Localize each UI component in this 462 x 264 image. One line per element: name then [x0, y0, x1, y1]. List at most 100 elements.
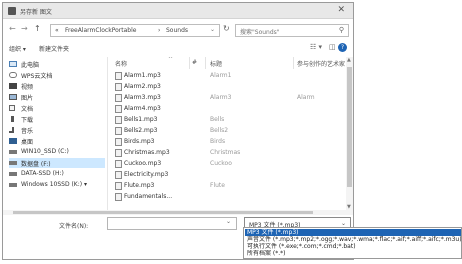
breadcrumb-overflow[interactable]: « — [55, 27, 59, 34]
file-name: Alarm4.mp3 — [124, 105, 161, 112]
chevron-down-icon: ⌄ — [340, 220, 346, 227]
audio-file-icon — [115, 127, 122, 135]
file-name: Cuckoo.mp3 — [124, 160, 162, 167]
drive-icon — [9, 150, 17, 154]
audio-file-icon — [115, 105, 122, 113]
table-row[interactable]: Electricity.mp3 — [109, 170, 349, 180]
sidebar-item-label: 此电脑 — [21, 62, 40, 69]
sidebar-item-this-pc[interactable]: 此电脑 — [9, 59, 105, 69]
sort-arrow-icon: ^ — [168, 57, 174, 63]
audio-file-icon — [115, 72, 122, 80]
sidebar-item-label: DATA-SSD (H:) — [21, 170, 64, 177]
sidebar-item-drive-c[interactable]: WIN10_SSD (C:) — [9, 147, 105, 157]
table-row[interactable]: Birds.mp3 Birds — [109, 137, 349, 147]
horizontal-scroll-thumb[interactable] — [13, 211, 313, 214]
back-button[interactable]: ← — [9, 24, 16, 33]
file-name: Fundamentals... — [124, 193, 173, 200]
table-row[interactable]: Bells1.mp3 Bells — [109, 115, 349, 125]
cloud-icon — [9, 72, 17, 78]
column-separator[interactable] — [293, 57, 294, 69]
sidebar-item-pictures[interactable]: 图片 — [9, 92, 105, 102]
navigation-bar: ← → ↑ « FreeAlarmClockPortable › Sounds … — [3, 21, 353, 39]
chevron-down-icon[interactable]: ⌄ — [210, 26, 215, 33]
horizontal-scrollbar[interactable] — [3, 210, 353, 215]
sidebar-item-label: 图片 — [21, 95, 34, 102]
breadcrumb-current[interactable]: Sounds — [166, 27, 188, 34]
file-name: Bells1.mp3 — [124, 116, 158, 123]
file-type-option[interactable]: MP3 文件 (*.mp3) — [245, 229, 461, 236]
file-name: Flute.mp3 — [124, 182, 155, 189]
window-title: 另存新 图文 — [20, 9, 52, 16]
file-title: Bells — [210, 116, 225, 123]
file-type-option[interactable]: 所有档案 (*.*) — [245, 250, 461, 257]
sidebar-item-drive-k[interactable]: Windows 10SSD (K:) ▾ — [9, 180, 105, 190]
close-icon[interactable]: ✕ — [337, 5, 345, 15]
help-icon[interactable]: ? — [338, 43, 347, 52]
audio-file-icon — [115, 171, 122, 179]
table-row[interactable]: Flute.mp3 Flute — [109, 181, 349, 191]
pane-divider[interactable] — [107, 57, 108, 210]
column-separator[interactable] — [189, 57, 190, 69]
search-input[interactable]: 搜索"Sounds" ⚲ — [235, 24, 349, 37]
sidebar-item-wps-cloud[interactable]: WPS云文档 — [9, 70, 105, 80]
table-row[interactable]: Bells2.mp3 Bells2 — [109, 126, 349, 136]
table-row[interactable]: Christmas.mp3 Christmas — [109, 148, 349, 158]
table-row[interactable]: Alarm3.mp3 Alarm3 Alarm — [109, 93, 349, 103]
vertical-scrollbar[interactable]: ▲ ▼ — [346, 57, 353, 210]
title-bar: 另存新 图文 ✕ — [3, 3, 353, 19]
table-row[interactable]: Alarm2.mp3 — [109, 82, 349, 92]
table-row[interactable]: Fundamentals... — [109, 192, 349, 202]
sidebar-item-label: WIN10_SSD (C:) — [21, 148, 69, 155]
file-name: Bells2.mp3 — [124, 127, 158, 134]
table-row[interactable]: Cuckoo.mp3 Cuckoo — [109, 159, 349, 169]
audio-file-icon — [115, 160, 122, 168]
chevron-down-icon[interactable]: ⌄ — [226, 218, 231, 225]
column-header-title[interactable]: 标题 — [210, 59, 222, 68]
file-name: Alarm2.mp3 — [124, 83, 161, 90]
address-bar[interactable]: « FreeAlarmClockPortable › Sounds ⌄ — [50, 24, 220, 37]
sidebar-item-label: 桌面 — [21, 139, 34, 146]
download-icon — [11, 116, 14, 122]
new-folder-button[interactable]: 新建文件夹 — [39, 44, 69, 53]
file-title: Cuckoo — [210, 160, 232, 167]
search-placeholder: 搜索"Sounds" — [240, 29, 280, 36]
file-type-option[interactable]: 可执行文件 (*.exe;*.com;*.cmd;*.bat) — [245, 243, 461, 250]
sidebar-item-drive-f[interactable]: 数据盘 (F:) — [9, 158, 105, 168]
sidebar-item-videos[interactable]: 视频 — [9, 81, 105, 91]
sidebar-item-documents[interactable]: 文档 — [9, 103, 105, 113]
preview-pane-button[interactable]: ◫ — [329, 43, 336, 51]
view-options-button[interactable]: ☷ ▾ — [310, 43, 322, 51]
sidebar-item-drive-h[interactable]: DATA-SSD (H:) — [9, 169, 105, 179]
scroll-up-icon[interactable]: ▲ — [347, 57, 351, 63]
file-title: Birds — [210, 138, 226, 145]
audio-file-icon — [115, 193, 122, 201]
filename-label: 文件名(N): — [59, 223, 89, 230]
breadcrumb-folder[interactable]: FreeAlarmClockPortable — [65, 27, 136, 34]
column-header-artist[interactable]: 参与创作的艺术家 — [297, 59, 345, 68]
column-header-name[interactable]: 名称 — [115, 59, 127, 68]
organize-button[interactable]: 组织 ▾ — [9, 44, 26, 53]
forward-button[interactable]: → — [21, 24, 28, 33]
column-separator[interactable] — [205, 57, 206, 69]
table-row[interactable]: Alarm4.mp3 — [109, 104, 349, 114]
table-row[interactable]: Alarm1.mp3 Alarm1 — [109, 71, 349, 81]
audio-file-icon — [115, 83, 122, 91]
file-title: Alarm3 — [210, 94, 232, 101]
sidebar-item-label: 数据盘 (F:) — [21, 161, 51, 168]
picture-icon — [9, 94, 17, 100]
sidebar-item-label: 视频 — [21, 84, 34, 91]
refresh-icon[interactable]: ↻ — [223, 24, 230, 33]
desktop-icon — [9, 138, 17, 144]
sidebar-item-label: Windows 10SSD (K:) ▾ — [21, 181, 88, 188]
sidebar-item-desktop[interactable]: 桌面 — [9, 136, 105, 146]
sidebar-item-label: 音乐 — [21, 128, 34, 135]
sidebar-item-downloads[interactable]: 下载 — [9, 114, 105, 124]
vertical-scroll-thumb[interactable] — [347, 67, 352, 187]
filename-field[interactable] — [107, 217, 237, 230]
sidebar-item-label: WPS云文档 — [21, 73, 53, 80]
up-button[interactable]: ↑ — [34, 24, 41, 33]
sidebar-item-music[interactable]: 音乐 — [9, 125, 105, 135]
drive-icon — [9, 172, 17, 176]
column-header-number[interactable]: # — [192, 59, 197, 66]
file-type-option[interactable]: 声音文件 (*.mp3;*.mp2;*.ogg;*.wav;*.wma;*.fl… — [245, 236, 461, 243]
